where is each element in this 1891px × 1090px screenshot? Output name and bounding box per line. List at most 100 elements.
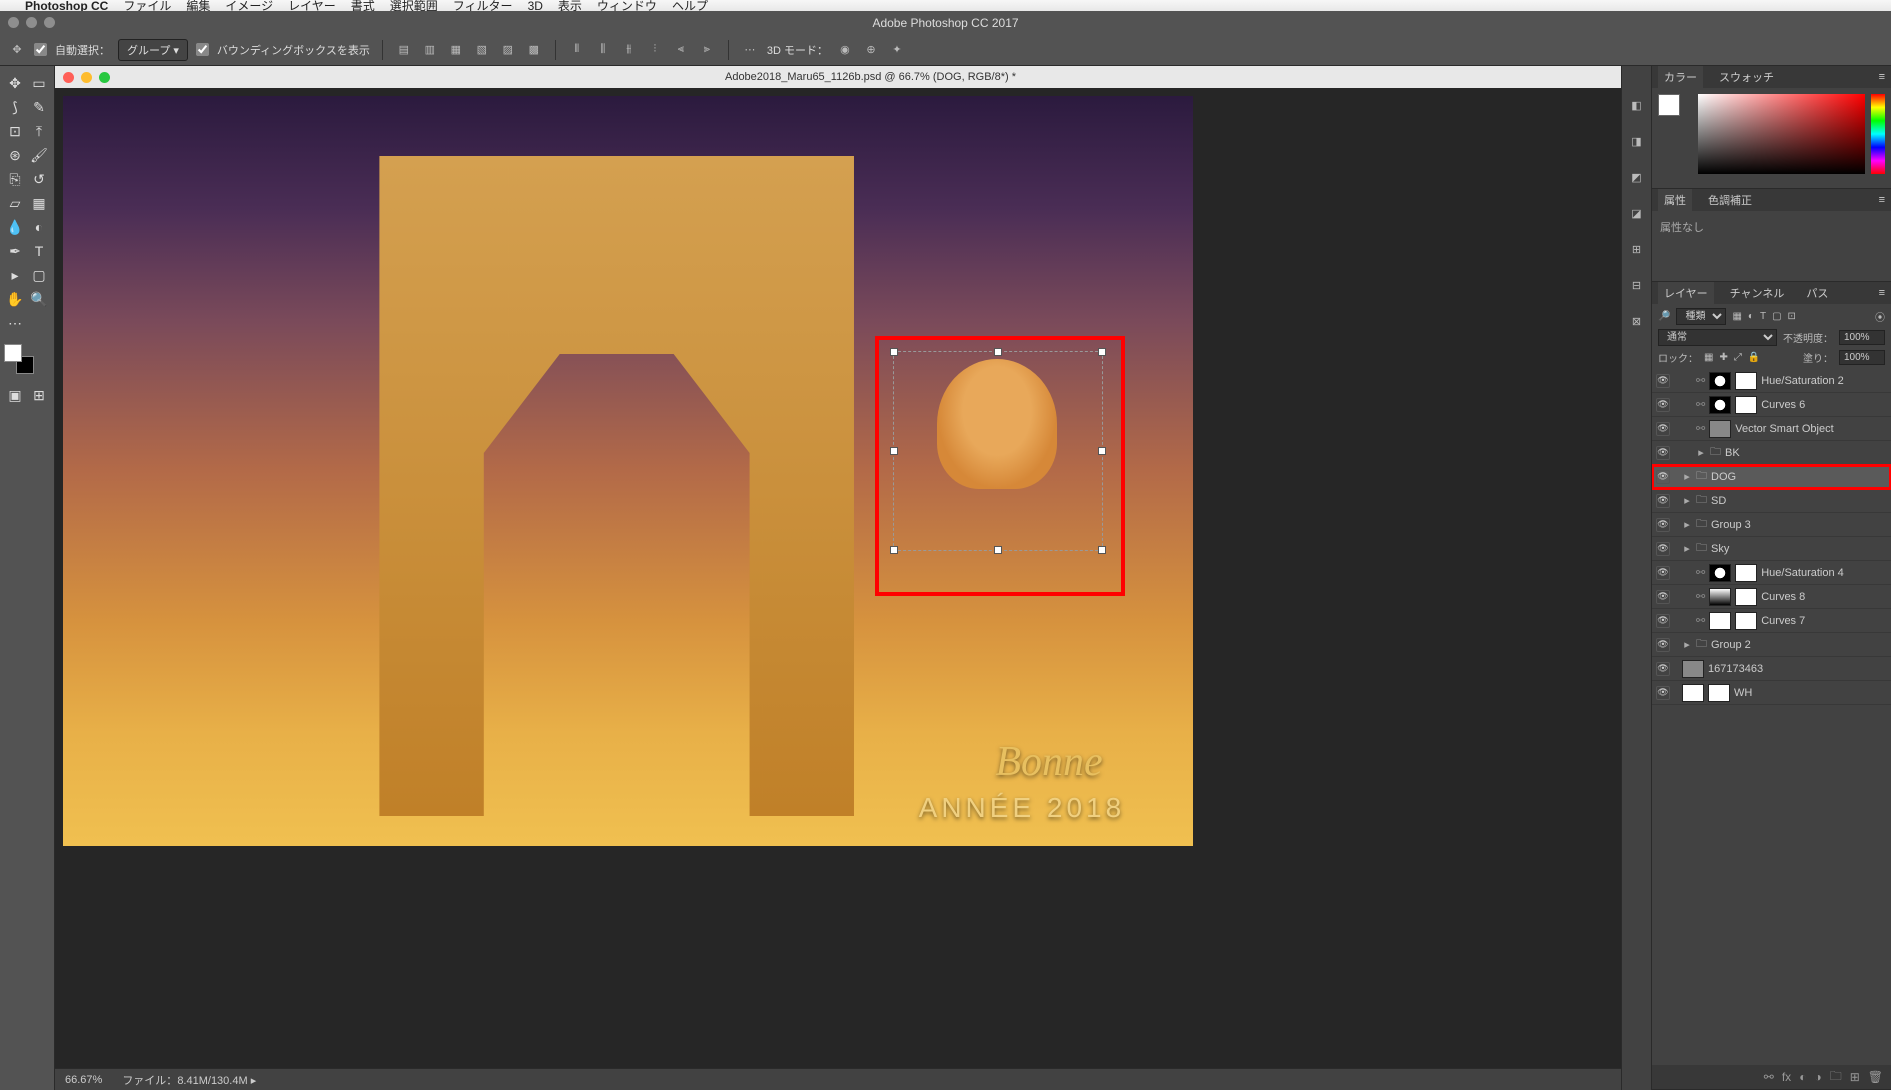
healing-tool[interactable]: ⊛ — [4, 144, 26, 166]
layer-filter-type[interactable]: 種類 — [1676, 308, 1726, 325]
filter-smart-icon[interactable]: ⊡ — [1788, 311, 1796, 322]
layer-row[interactable]: 👁▸🗀BK — [1652, 441, 1891, 465]
distribute-4-icon[interactable]: ⫶ — [646, 41, 664, 59]
layer-name[interactable]: Vector Smart Object — [1735, 423, 1887, 435]
panel-menu-icon[interactable]: ≡ — [1879, 71, 1885, 83]
fill-input[interactable] — [1839, 350, 1885, 365]
layer-mask-thumb[interactable] — [1735, 564, 1757, 582]
auto-select-dropdown[interactable]: グループ ▾ — [118, 39, 188, 61]
layer-name[interactable]: Group 2 — [1711, 639, 1887, 651]
align-center-h-icon[interactable]: ▥ — [421, 41, 439, 59]
layer-row[interactable]: 👁167173463 — [1652, 657, 1891, 681]
brush-tool[interactable]: 🖌 — [28, 144, 50, 166]
stamp-tool[interactable]: ⎘ — [4, 168, 26, 190]
gradient-tool[interactable]: ▦ — [28, 192, 50, 214]
zoom-tool[interactable]: 🔍 — [28, 288, 50, 310]
visibility-toggle[interactable]: 👁 — [1656, 662, 1670, 676]
layer-row[interactable]: 👁▸🗀SD — [1652, 489, 1891, 513]
canvas-viewport[interactable]: Bonne ANNÉE 2018 — [55, 88, 1621, 1068]
visibility-toggle[interactable]: 👁 — [1656, 638, 1670, 652]
folder-disclosure-icon[interactable]: ▸ — [1682, 542, 1692, 555]
tab-layers[interactable]: レイヤー — [1658, 282, 1714, 304]
visibility-toggle[interactable]: 👁 — [1656, 590, 1670, 604]
layer-row[interactable]: 👁⚯Hue/Saturation 4 — [1652, 561, 1891, 585]
filter-shape-icon[interactable]: ▢ — [1772, 311, 1781, 322]
layer-mask-thumb[interactable] — [1708, 684, 1730, 702]
layer-row[interactable]: 👁⚯Hue/Saturation 2 — [1652, 369, 1891, 393]
tab-swatches[interactable]: スウォッチ — [1713, 66, 1780, 88]
mode-3d-3-icon[interactable]: ✦ — [888, 41, 906, 59]
hand-tool[interactable]: ✋ — [4, 288, 26, 310]
layer-row[interactable]: 👁⚯Curves 7 — [1652, 609, 1891, 633]
layer-row[interactable]: 👁⚯Curves 6 — [1652, 393, 1891, 417]
layer-mask-thumb[interactable] — [1735, 612, 1757, 630]
eraser-tool[interactable]: ▱ — [4, 192, 26, 214]
visibility-toggle[interactable]: 👁 — [1656, 518, 1670, 532]
align-center-v-icon[interactable]: ▨ — [499, 41, 517, 59]
layer-thumb[interactable] — [1709, 612, 1731, 630]
new-adjustment-icon[interactable]: ◑ — [1814, 1070, 1821, 1084]
visibility-toggle[interactable]: 👁 — [1656, 374, 1670, 388]
zoom-level[interactable]: 66.67% — [65, 1074, 102, 1086]
layer-name[interactable]: WH — [1734, 687, 1887, 699]
filter-adj-icon[interactable]: ◐ — [1748, 311, 1754, 322]
mode-3d-1-icon[interactable]: ◉ — [836, 41, 854, 59]
layer-row[interactable]: 👁 WH — [1652, 681, 1891, 705]
layer-mask-thumb[interactable] — [1735, 372, 1757, 390]
layer-name[interactable]: Curves 8 — [1761, 591, 1887, 603]
tab-color[interactable]: カラー — [1658, 66, 1703, 88]
layer-mask-thumb[interactable] — [1735, 396, 1757, 414]
color-current-swatch[interactable] — [1658, 94, 1692, 182]
layer-thumb[interactable] — [1682, 660, 1704, 678]
layer-name[interactable]: Group 3 — [1711, 519, 1887, 531]
lock-all-icon[interactable]: 🔒 — [1748, 352, 1760, 363]
quickmask-tool[interactable]: ▣ — [4, 384, 26, 406]
screenmode-tool[interactable]: ⊞ — [28, 384, 50, 406]
delete-layer-icon[interactable]: 🗑 — [1868, 1070, 1883, 1084]
collapsed-panel-4-icon[interactable]: ◪ — [1628, 204, 1646, 222]
collapsed-panel-2-icon[interactable]: ◨ — [1628, 132, 1646, 150]
move-tool[interactable]: ✥ — [4, 72, 26, 94]
collapsed-panel-5-icon[interactable]: ⊞ — [1628, 240, 1646, 258]
visibility-toggle[interactable]: 👁 — [1656, 686, 1670, 700]
align-top-icon[interactable]: ▧ — [473, 41, 491, 59]
collapsed-panel-1-icon[interactable]: ◧ — [1628, 96, 1646, 114]
color-spectrum[interactable] — [1698, 94, 1865, 174]
type-tool[interactable]: T — [28, 240, 50, 262]
align-left-icon[interactable]: ▤ — [395, 41, 413, 59]
dodge-tool[interactable]: ◐ — [28, 216, 50, 238]
distribute-5-icon[interactable]: ⫷ — [672, 41, 690, 59]
canvas[interactable]: Bonne ANNÉE 2018 — [63, 96, 1193, 846]
lasso-tool[interactable]: ⟆ — [4, 96, 26, 118]
layer-thumb[interactable] — [1709, 588, 1731, 606]
layer-name[interactable]: Hue/Saturation 4 — [1761, 567, 1887, 579]
more-options-icon[interactable]: ⋯ — [741, 41, 759, 59]
path-select-tool[interactable]: ▸ — [4, 264, 26, 286]
visibility-toggle[interactable]: 👁 — [1656, 494, 1670, 508]
blend-mode-select[interactable]: 通常 — [1658, 329, 1777, 346]
folder-disclosure-icon[interactable]: ▸ — [1682, 638, 1692, 651]
visibility-toggle[interactable]: 👁 — [1656, 446, 1670, 460]
folder-disclosure-icon[interactable]: ▸ — [1682, 518, 1692, 531]
visibility-toggle[interactable]: 👁 — [1656, 470, 1670, 484]
edit-toolbar[interactable]: ⋯ — [4, 312, 26, 334]
layer-row[interactable]: 👁▸🗀Sky — [1652, 537, 1891, 561]
filesize-info[interactable]: ファイル：8.41M/130.4M ▸ — [122, 1072, 256, 1088]
filter-toggle[interactable]: ⦿ — [1875, 309, 1885, 324]
panel-menu-icon[interactable]: ≡ — [1879, 287, 1885, 299]
tab-properties[interactable]: 属性 — [1658, 189, 1692, 211]
blur-tool[interactable]: 💧 — [4, 216, 26, 238]
pen-tool[interactable]: ✒ — [4, 240, 26, 262]
color-swatches[interactable] — [4, 344, 34, 374]
layer-thumb[interactable] — [1709, 420, 1731, 438]
layer-name[interactable]: Curves 7 — [1761, 615, 1887, 627]
filter-type-icon[interactable]: T — [1760, 311, 1766, 322]
foreground-color-swatch[interactable] — [4, 344, 22, 362]
layer-row[interactable]: 👁▸🗀Group 3 — [1652, 513, 1891, 537]
opacity-input[interactable] — [1839, 330, 1885, 345]
distribute-6-icon[interactable]: ⫸ — [698, 41, 716, 59]
visibility-toggle[interactable]: 👁 — [1656, 422, 1670, 436]
shape-tool[interactable]: ▢ — [28, 264, 50, 286]
layer-fx-icon[interactable]: fx — [1782, 1070, 1791, 1084]
align-bottom-icon[interactable]: ▩ — [525, 41, 543, 59]
